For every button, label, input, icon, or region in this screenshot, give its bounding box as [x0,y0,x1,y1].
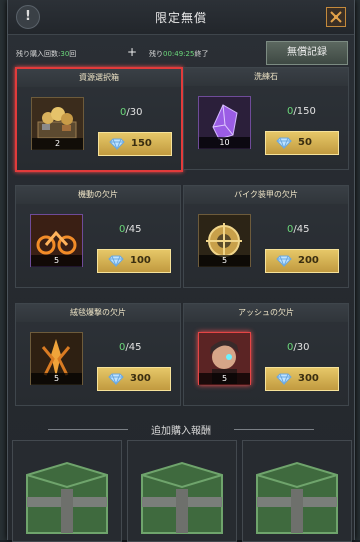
buy-button[interactable]: 200 [265,249,339,273]
card-title: 機動の欠片 [16,186,180,204]
card-title: 洗練石 [184,68,348,86]
price-value: 300 [298,373,319,384]
buy-button[interactable]: 150 [98,132,172,156]
remaining-value: 30 [60,50,70,58]
price-value: 50 [298,137,312,148]
offer-card-ash-shard[interactable]: アッシュの欠片 5 0/30 300 [183,303,349,406]
close-icon [330,11,342,23]
top-bar: ! 限定無償 [8,0,354,35]
offer-card-carpet-bombing-shard[interactable]: 絨毯爆撃の欠片 5 0/45 300 [15,303,181,406]
add-purchases-button[interactable]: + [127,45,137,59]
count-max: /45 [293,224,310,235]
free-record-button[interactable]: 無償記録 [266,41,348,65]
buy-button[interactable]: 100 [97,249,171,273]
remaining-label: 残り購入回数: [16,50,61,58]
buy-button[interactable]: 50 [265,131,339,155]
purchase-count: 0/45 [119,224,141,235]
count-max: /30 [293,342,310,353]
card-title: 資源選択箱 [17,69,181,87]
crate-icon [141,461,223,534]
count-max: /45 [125,342,142,353]
bonus-reward-crate-1[interactable] [12,440,122,542]
item-quantity: 2 [32,138,83,150]
buy-button[interactable]: 300 [97,367,171,391]
offer-card-resource-box[interactable]: 資源選択箱 2 0/30 150 [15,67,183,172]
purchase-count: 0/150 [287,106,316,117]
item-quantity: 5 [199,373,250,385]
bombing-shard-icon: 5 [30,332,83,385]
price-value: 150 [131,138,152,149]
purchase-count: 0/30 [287,342,309,353]
resource-box-icon: 2 [31,97,84,150]
buy-button[interactable]: 300 [265,367,339,391]
armor-shard-icon: 5 [198,214,251,267]
countdown-timer: 残り00:49:25終了 [149,49,208,59]
ash-portrait-icon: 5 [198,332,251,385]
remaining-purchases: 残り購入回数:30回 [16,49,76,59]
page-title: 限定無償 [154,11,207,25]
card-title: バイク装甲の欠片 [184,186,348,204]
diamond-icon [108,373,124,385]
item-quantity: 5 [31,255,82,267]
purchase-count: 0/45 [287,224,309,235]
timer-value: 00:49:25 [163,50,195,58]
crystal-icon: 10 [198,96,251,149]
divider-right [234,429,314,430]
offer-card-bike-armor-shard[interactable]: バイク装甲の欠片 5 0/45 200 [183,185,349,288]
price-value: 300 [130,373,151,384]
bike-shard-icon: 5 [30,214,83,267]
diamond-icon [276,373,292,385]
close-button[interactable] [326,7,346,27]
timer-prefix: 残り [149,50,163,58]
diamond-icon [276,255,292,267]
bonus-reward-crate-2[interactable] [127,440,237,542]
remaining-unit: 回 [69,50,77,58]
price-value: 100 [130,255,151,266]
diamond-icon [109,138,125,150]
diamond-icon [108,255,124,267]
item-quantity: 5 [31,373,82,385]
purchase-count: 0/45 [119,342,141,353]
bonus-reward-crate-3[interactable] [242,440,352,542]
offer-card-mobility-shard[interactable]: 機動の欠片 5 0/45 100 [15,185,181,288]
card-title: 絨毯爆撃の欠片 [16,304,180,322]
crate-icon [256,461,338,534]
offer-panel: ! 限定無償 残り購入回数:30回 + 残り00:49:25終了 無償記録 資源… [7,0,355,542]
count-max: /30 [126,107,143,118]
price-value: 200 [298,255,319,266]
count-max: /150 [293,106,316,117]
crate-icon [26,461,108,534]
card-title: アッシュの欠片 [184,304,348,322]
item-quantity: 5 [199,255,250,267]
offer-card-refined-stone[interactable]: 洗練石 10 0/150 50 [183,67,349,170]
purchase-count: 0/30 [120,107,142,118]
item-quantity: 10 [199,137,250,149]
diamond-icon [276,137,292,149]
timer-suffix: 終了 [194,50,209,58]
count-max: /45 [125,224,142,235]
